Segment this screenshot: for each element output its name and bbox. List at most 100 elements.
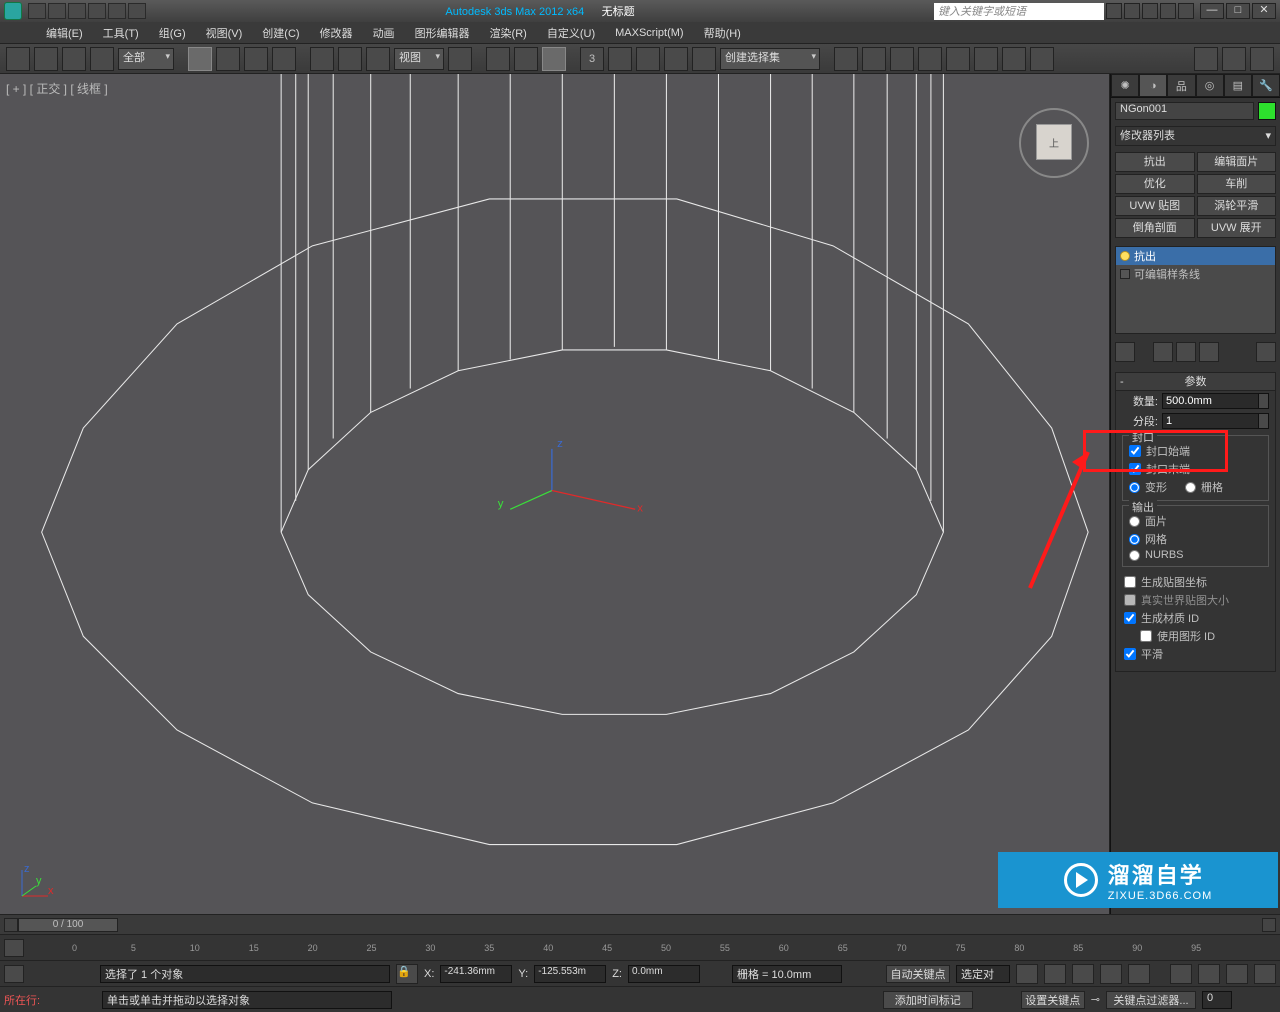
search-icon[interactable] <box>1106 3 1122 19</box>
mod-extrude-button[interactable]: 抗出 <box>1115 152 1195 172</box>
menu-modifiers[interactable]: 修改器 <box>314 23 359 43</box>
mod-optimize-button[interactable]: 优化 <box>1115 174 1195 194</box>
play-icon[interactable] <box>1072 964 1094 984</box>
layers-icon[interactable] <box>862 47 886 71</box>
menu-create[interactable]: 创建(C) <box>256 23 305 43</box>
link-icon[interactable] <box>62 47 86 71</box>
help-icon[interactable] <box>1178 3 1194 19</box>
goto-start-icon[interactable] <box>1016 964 1038 984</box>
smooth-checkbox[interactable]: 平滑 <box>1124 645 1267 663</box>
undo-icon[interactable] <box>6 47 30 71</box>
prev-frame-icon[interactable] <box>1044 964 1066 984</box>
rect-region-icon[interactable] <box>244 47 268 71</box>
track-bar[interactable]: 05101520253035404550556065707580859095 <box>0 934 1280 960</box>
rendered-frame-icon[interactable] <box>1002 47 1026 71</box>
select-by-name-icon[interactable] <box>216 47 240 71</box>
exchange-icon[interactable] <box>1142 3 1158 19</box>
viewport[interactable]: [ + ] [ 正交 ] [ 线框 ] z y x <box>0 74 1110 914</box>
unlink-icon[interactable] <box>90 47 114 71</box>
current-frame-field[interactable]: 0 <box>1202 991 1232 1009</box>
z-coord-field[interactable]: 0.0mm <box>628 965 700 983</box>
minimize-button[interactable]: — <box>1200 3 1224 19</box>
next-frame-icon[interactable] <box>1100 964 1122 984</box>
tab-display-icon[interactable]: ▤ <box>1224 74 1252 97</box>
teapot3-icon[interactable] <box>1250 47 1274 71</box>
move-icon[interactable] <box>310 47 334 71</box>
object-name-field[interactable]: NGon001 <box>1115 102 1254 120</box>
segments-spinner[interactable]: 1 <box>1162 413 1269 429</box>
scale-icon[interactable] <box>366 47 390 71</box>
x-coord-field[interactable]: -241.36mm <box>440 965 512 983</box>
edit-named-sel-icon[interactable] <box>664 47 688 71</box>
time-slider[interactable]: 0 / 100 <box>0 914 1280 934</box>
key-filters-button[interactable]: 关键点过滤器... <box>1106 991 1196 1009</box>
selection-filter-dropdown[interactable]: 全部 <box>118 48 174 70</box>
modifier-stack[interactable]: 抗出 可编辑样条线 <box>1115 246 1276 334</box>
mod-uvwunwrap-button[interactable]: UVW 展开 <box>1197 218 1277 238</box>
mod-turbosmooth-button[interactable]: 涡轮平滑 <box>1197 196 1277 216</box>
rollout-header[interactable]: -参数 <box>1116 373 1275 391</box>
qat-redo-icon[interactable] <box>108 3 126 19</box>
modifier-list-dropdown[interactable]: 修改器列表 <box>1115 126 1276 146</box>
render-setup-icon[interactable] <box>974 47 998 71</box>
pin-stack-icon[interactable] <box>1115 342 1135 362</box>
lock-selection-icon[interactable]: 🔒 <box>396 964 418 984</box>
mod-lathe-button[interactable]: 车削 <box>1197 174 1277 194</box>
pivot-icon[interactable] <box>448 47 472 71</box>
add-time-tag-button[interactable]: 添加时间标记 <box>883 991 973 1009</box>
time-slider-end-icon[interactable] <box>1262 918 1276 932</box>
nav-fov-icon[interactable] <box>1254 964 1276 984</box>
nav-zoom-icon[interactable] <box>1170 964 1192 984</box>
material-editor-icon[interactable] <box>946 47 970 71</box>
manipulate-icon[interactable] <box>486 47 510 71</box>
qat-more-icon[interactable] <box>128 3 146 19</box>
select-object-icon[interactable] <box>188 47 212 71</box>
infocenter-search[interactable]: 键入关键字或短语 <box>934 3 1104 20</box>
curve-editor-icon[interactable] <box>890 47 914 71</box>
qat-open-icon[interactable] <box>48 3 66 19</box>
tab-create-icon[interactable]: ✺ <box>1111 74 1139 97</box>
tab-hierarchy-icon[interactable]: 品 <box>1167 74 1195 97</box>
rotate-icon[interactable] <box>338 47 362 71</box>
redo-icon[interactable] <box>34 47 58 71</box>
show-end-result-icon[interactable] <box>1153 342 1173 362</box>
teapot1-icon[interactable] <box>1194 47 1218 71</box>
tab-motion-icon[interactable]: ◎ <box>1196 74 1224 97</box>
cap-grid-radio[interactable]: 栅格 <box>1185 478 1223 496</box>
qat-save-icon[interactable] <box>68 3 86 19</box>
menu-grapheditors[interactable]: 图形编辑器 <box>409 23 476 43</box>
menu-customize[interactable]: 自定义(U) <box>541 23 601 43</box>
output-mesh-radio[interactable]: 网格 <box>1129 530 1262 548</box>
keyboard-shortcut-icon[interactable] <box>514 47 538 71</box>
nav-zoomall-icon[interactable] <box>1198 964 1220 984</box>
stack-item-extrude[interactable]: 抗出 <box>1116 247 1275 265</box>
mod-editpatch-button[interactable]: 编辑面片 <box>1197 152 1277 172</box>
key-icon[interactable]: ⊸ <box>1091 993 1100 1006</box>
angle-snap-icon[interactable]: 3 <box>580 47 604 71</box>
useshapeid-checkbox[interactable]: 使用图形 ID <box>1124 627 1267 645</box>
y-coord-field[interactable]: -125.553m <box>534 965 606 983</box>
genmatid-checkbox[interactable]: 生成材质 ID <box>1124 609 1267 627</box>
cap-end-checkbox[interactable]: 封口末端 <box>1129 460 1262 478</box>
spinner-snap-icon[interactable] <box>636 47 660 71</box>
mirror-icon[interactable] <box>692 47 716 71</box>
app-menu-button[interactable] <box>6 24 32 42</box>
named-selection-dropdown[interactable]: 创建选择集 <box>720 48 820 70</box>
configure-sets-icon[interactable] <box>1256 342 1276 362</box>
maximize-button[interactable]: □ <box>1226 3 1250 19</box>
output-nurbs-radio[interactable]: NURBS <box>1129 548 1262 562</box>
close-button[interactable]: ✕ <box>1252 3 1276 19</box>
render-icon[interactable] <box>1030 47 1054 71</box>
menu-edit[interactable]: 编辑(E) <box>40 23 89 43</box>
menu-help[interactable]: 帮助(H) <box>698 23 747 43</box>
menu-animation[interactable]: 动画 <box>367 23 401 43</box>
tab-modify-icon[interactable]: ◑ <box>1139 74 1167 97</box>
menu-maxscript[interactable]: MAXScript(M) <box>609 25 689 41</box>
snap-toggle-icon[interactable] <box>542 47 566 71</box>
qat-undo-icon[interactable] <box>88 3 106 19</box>
remove-modifier-icon[interactable] <box>1199 342 1219 362</box>
ref-coord-dropdown[interactable]: 视图 <box>394 48 444 70</box>
menu-rendering[interactable]: 渲染(R) <box>484 23 533 43</box>
mini-curve-editor-icon[interactable] <box>4 939 24 957</box>
time-slider-thumb[interactable]: 0 / 100 <box>18 918 118 932</box>
